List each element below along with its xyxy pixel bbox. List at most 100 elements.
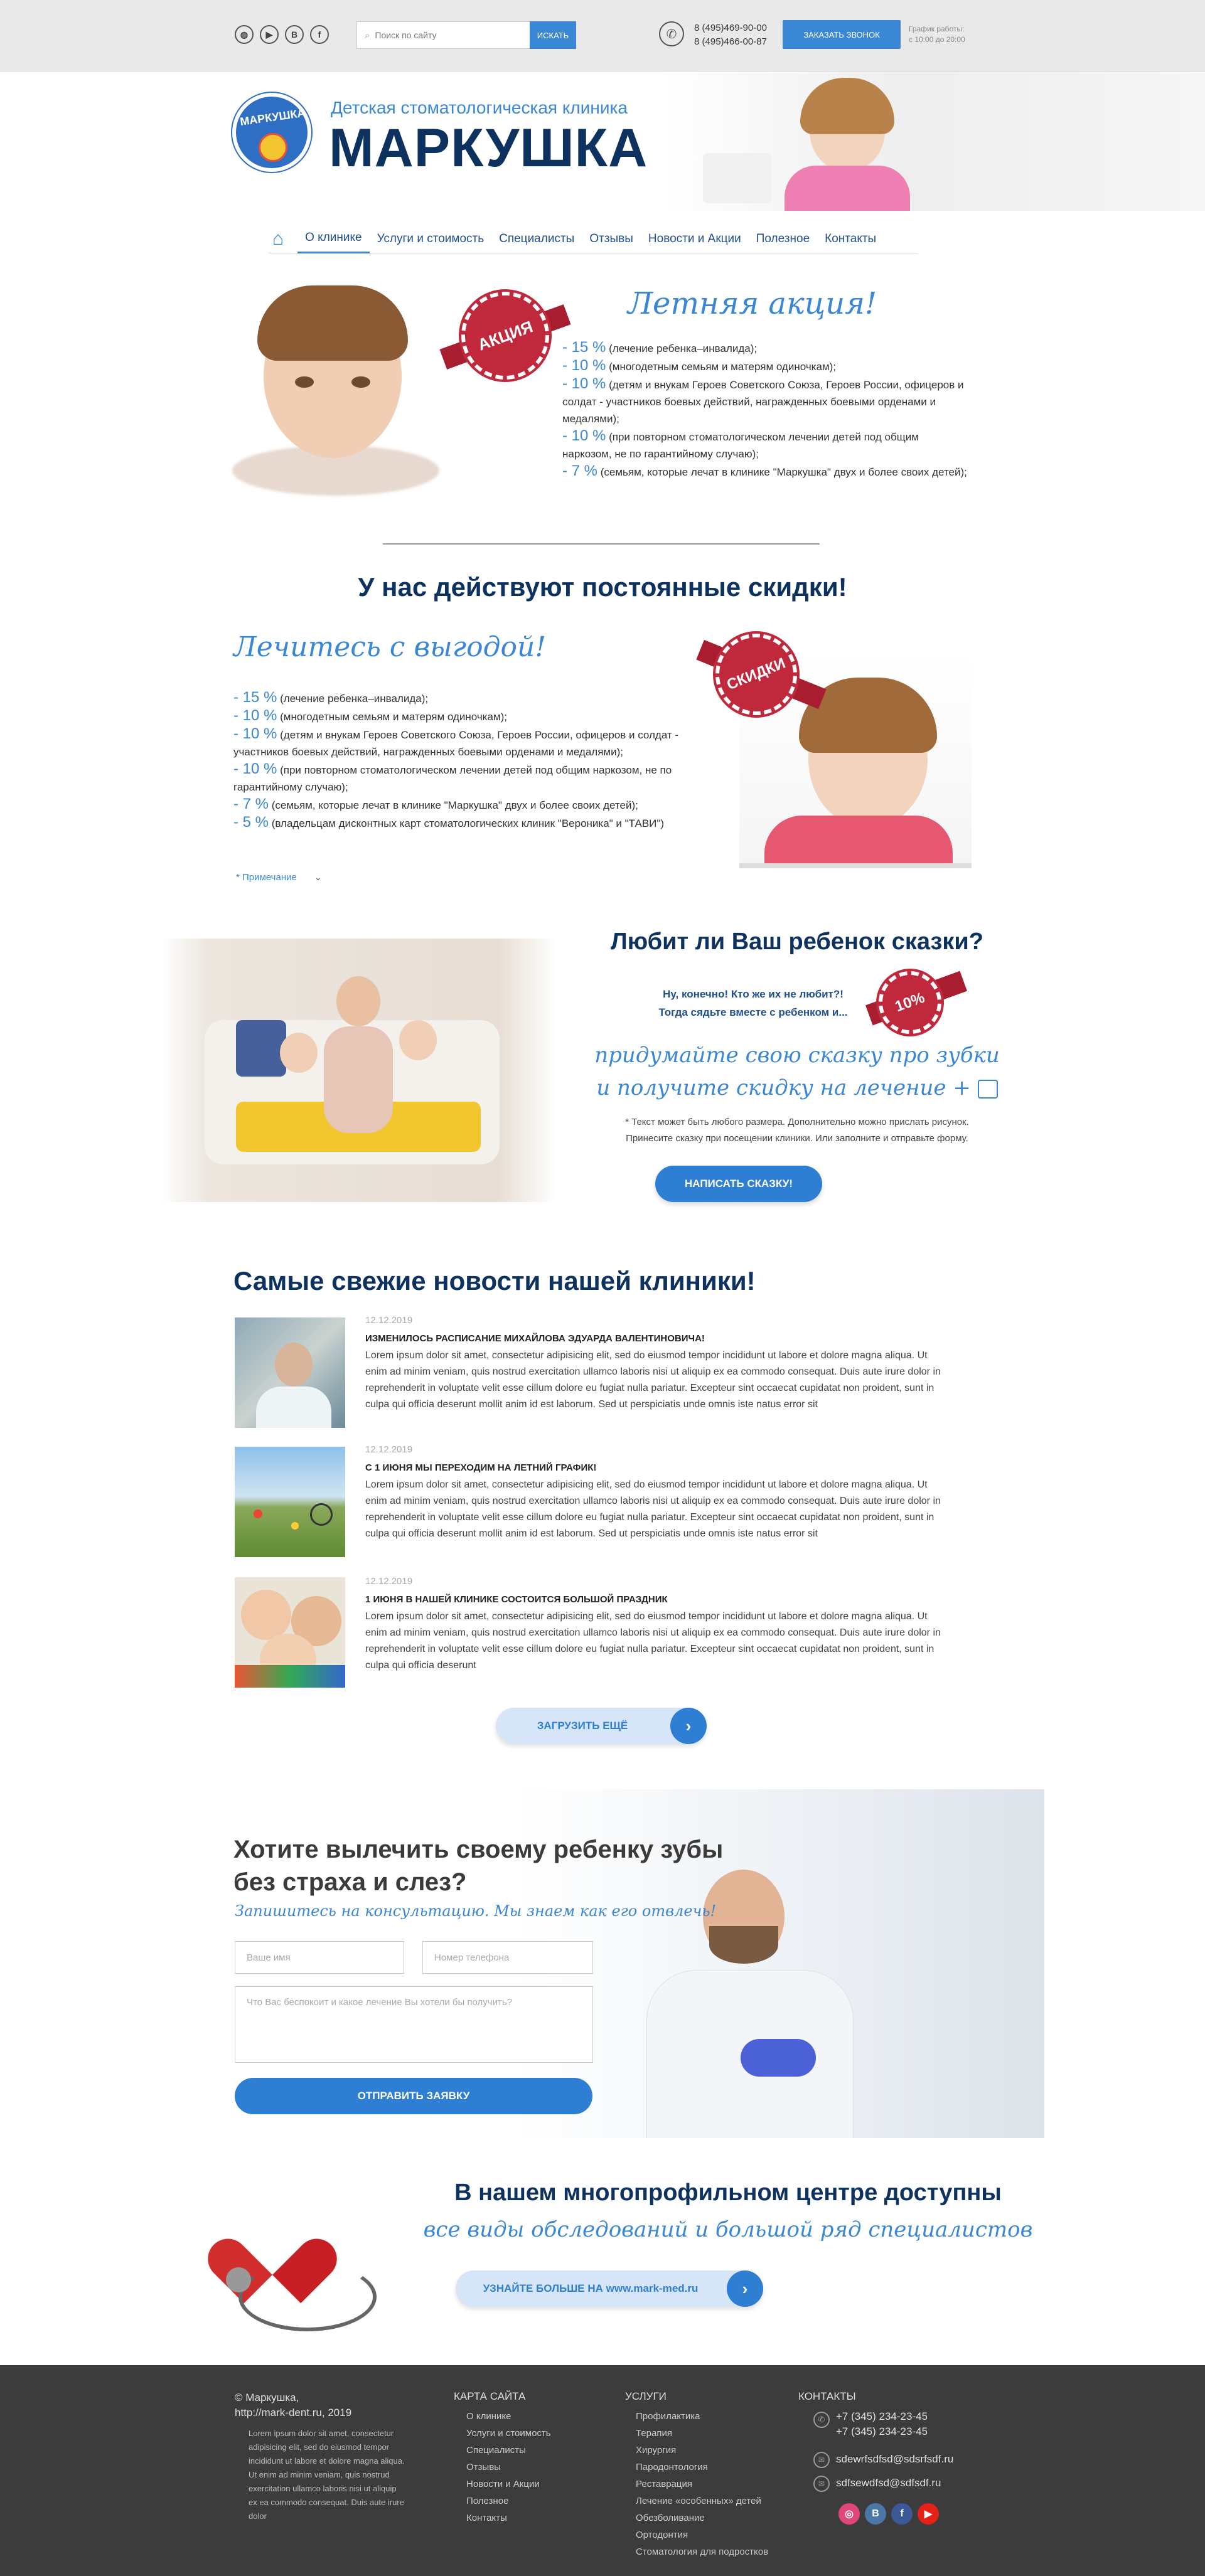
name-field[interactable]: Ваше имя <box>235 1941 404 1974</box>
footer-link[interactable]: Специалисты <box>466 2442 551 2459</box>
logo[interactable]: МАРКУШКА <box>232 93 311 172</box>
news-date: 12.12.2019 <box>365 1444 413 1455</box>
discount-item-text: (лечение ребенка–инвалида); <box>280 693 429 705</box>
footer-link[interactable]: Терапия <box>636 2425 768 2442</box>
footer-link[interactable]: Профилактика <box>636 2408 768 2425</box>
footer-copyright: © Маркушка, http://mark-dent.ru, 2019 <box>235 2390 351 2420</box>
discount-item-text: (при повторном стоматологическом лечении… <box>233 764 672 793</box>
discount-item: - 5 % (владельцам дисконтных карт стомат… <box>233 814 723 832</box>
order-call-button[interactable]: ЗАКАЗАТЬ ЗВОНОК <box>783 20 901 49</box>
center-title: В нашем многопрофильном центре доступны <box>454 2179 1002 2206</box>
chevron-down-icon: ⌄ <box>314 872 322 882</box>
facebook-icon[interactable]: f <box>891 2503 913 2525</box>
facebook-icon[interactable]: f <box>310 25 329 44</box>
globe-icon[interactable]: ◍ <box>235 25 254 44</box>
instagram-icon[interactable]: ◎ <box>838 2503 860 2525</box>
logo-mascot-icon <box>259 133 287 162</box>
search-input[interactable] <box>370 23 530 48</box>
discount-item-text: (владельцам дисконтных карт стоматологич… <box>271 817 665 829</box>
footer-phone-1[interactable]: +7 (345) 234-23-45 <box>836 2409 928 2424</box>
footer-link[interactable]: Полезное <box>466 2493 551 2509</box>
discount-item-text: (детям и внукам Героев Советского Союза,… <box>233 729 679 758</box>
tales-note-2: Принесите сказку при посещении клиники. … <box>626 1133 968 1144</box>
write-tale-button[interactable]: НАПИСАТЬ СКАЗКУ! <box>655 1166 822 1202</box>
header-phone-1[interactable]: 8 (495)469-90-00 <box>694 21 767 35</box>
summer-item-pct: - 7 % <box>562 462 598 479</box>
home-icon[interactable]: ⌂ <box>269 228 297 250</box>
news-image[interactable] <box>235 1577 345 1688</box>
summer-item-text: (детям и внукам Героев Советского Союза,… <box>562 379 964 425</box>
discounts-note-toggle[interactable]: * Примечание ⌄ <box>236 872 322 883</box>
footer-link[interactable]: О клинике <box>466 2408 551 2425</box>
footer-link[interactable]: Ортодонтия <box>636 2526 768 2543</box>
footer-phone-2[interactable]: +7 (345) 234-23-45 <box>836 2424 928 2439</box>
news-item-title[interactable]: С 1 июня мы переходим на летний график! <box>365 1462 949 1473</box>
footer-link[interactable]: Контакты <box>466 2509 551 2526</box>
footer-copyright-2: http://mark-dent.ru, 2019 <box>235 2407 352 2419</box>
summer-item-text: (при повторном стоматологическом лечении… <box>562 431 919 460</box>
discount-item: - 10 % (многодетным семьям и матерям оди… <box>233 707 723 725</box>
tales-offer-line-1: придумайте свою сказку про зубки <box>594 1043 1000 1068</box>
footer-link[interactable]: Услуги и стоимость <box>466 2425 551 2442</box>
consult-title: Хотите вылечить своему ребенку зубы без … <box>233 1833 723 1898</box>
center-subtitle: все виды обследований и большой ряд спец… <box>423 2217 1033 2242</box>
news-item: 12.12.2019 1 июня в нашей клинике состои… <box>365 1576 949 1674</box>
news-image[interactable] <box>235 1447 345 1557</box>
discount-item: - 7 % (семьям, которые лечат в клинике "… <box>233 796 723 814</box>
youtube-icon[interactable]: ▶ <box>260 25 279 44</box>
news-item-title[interactable]: 1 июня в нашей клинике состоится большой… <box>365 1594 949 1605</box>
nav-item-news[interactable]: Новости и Акции <box>641 225 749 253</box>
header-phone-2[interactable]: 8 (495)466-00-87 <box>694 35 767 49</box>
nav-item-useful[interactable]: Полезное <box>749 225 817 253</box>
footer-contacts-title: КОНТАКТЫ <box>798 2390 856 2402</box>
footer-link[interactable]: Новости и Акции <box>466 2476 551 2493</box>
vk-icon[interactable]: B <box>285 25 304 44</box>
footer-email-1[interactable]: sdewrfsdfsd@sdsrfsdf.ru <box>836 2453 953 2466</box>
work-hours: График работы: с 10:00 до 20:00 <box>909 24 965 45</box>
footer-socials: ◎ B f ▶ <box>838 2503 939 2525</box>
chevron-right-icon: › <box>670 1708 707 1744</box>
boy-photo <box>213 285 452 496</box>
nav-item-about[interactable]: О клинике <box>297 225 370 253</box>
vk-icon[interactable]: B <box>865 2503 886 2525</box>
phone-field[interactable]: Номер телефона <box>422 1941 593 1974</box>
footer-link[interactable]: Отзывы <box>466 2459 551 2476</box>
footer-email-2[interactable]: sdfsewdfsd@sdfsdf.ru <box>836 2477 941 2489</box>
summer-item-text: (лечение ребенка–инвалида); <box>609 343 758 354</box>
summer-item: - 10 % (детям и внукам Героев Советского… <box>562 375 970 427</box>
news-text: Lorem ipsum dolor sit amet, consectetur … <box>365 1479 941 1539</box>
discounts-title: У нас действуют постоянные скидки! <box>358 572 847 602</box>
footer-sitemap-title: КАРТА САЙТА <box>454 2390 526 2402</box>
summer-item: - 10 % (многодетным семьям и матерям оди… <box>562 357 970 375</box>
work-hours-value: с 10:00 до 20:00 <box>909 35 965 44</box>
phone-icon: ✆ <box>659 21 684 46</box>
footer-link[interactable]: Обезболивание <box>636 2509 768 2526</box>
discount-item-pct: - 15 % <box>233 689 277 706</box>
news-image[interactable] <box>235 1317 345 1428</box>
consult-title-2: без страха и слез? <box>233 1868 467 1896</box>
news-text: Lorem ipsum dolor sit amet, consectetur … <box>365 1611 941 1671</box>
phone-icon: ✆ <box>813 2412 830 2428</box>
footer-link[interactable]: Лечение «особенных» детей <box>636 2493 768 2509</box>
footer-sitemap: О клинике Услуги и стоимость Специалисты… <box>466 2408 551 2526</box>
footer-link[interactable]: Хирургия <box>636 2442 768 2459</box>
news-item-title[interactable]: Изменилось расписание Михайлова Эдуарда … <box>365 1333 949 1344</box>
nav-item-contacts[interactable]: Контакты <box>817 225 884 253</box>
submit-request-button[interactable]: ОТПРАВИТЬ ЗАЯВКУ <box>235 2078 592 2114</box>
footer-link[interactable]: Стоматология для подростков <box>636 2543 768 2560</box>
nav-item-specialists[interactable]: Специалисты <box>491 225 582 253</box>
footer-link[interactable]: Пародонтология <box>636 2459 768 2476</box>
discount-item-pct: - 10 % <box>233 760 277 777</box>
nav-item-reviews[interactable]: Отзывы <box>582 225 641 253</box>
footer-link[interactable]: Реставрация <box>636 2476 768 2493</box>
search-button[interactable]: ИСКАТЬ <box>530 21 576 49</box>
footer-phones: +7 (345) 234-23-45 +7 (345) 234-23-45 <box>836 2409 928 2439</box>
message-field[interactable]: Что Вас беспокоит и какое лечение Вы хот… <box>235 1986 593 2063</box>
youtube-icon[interactable]: ▶ <box>918 2503 939 2525</box>
discount-item: - 10 % (детям и внукам Героев Советского… <box>233 725 723 760</box>
nav-item-services[interactable]: Услуги и стоимость <box>370 225 492 253</box>
tales-offer-line-2: и получите скидку на лечение + <box>596 1075 971 1100</box>
load-more-button[interactable]: ЗАГРУЗИТЬ ЕЩЁ › <box>496 1708 707 1744</box>
footer-copyright-1: © Маркушка, <box>235 2392 299 2403</box>
learn-more-button[interactable]: УЗНАЙТЕ БОЛЬШЕ НА www.mark-med.ru › <box>456 2270 763 2307</box>
